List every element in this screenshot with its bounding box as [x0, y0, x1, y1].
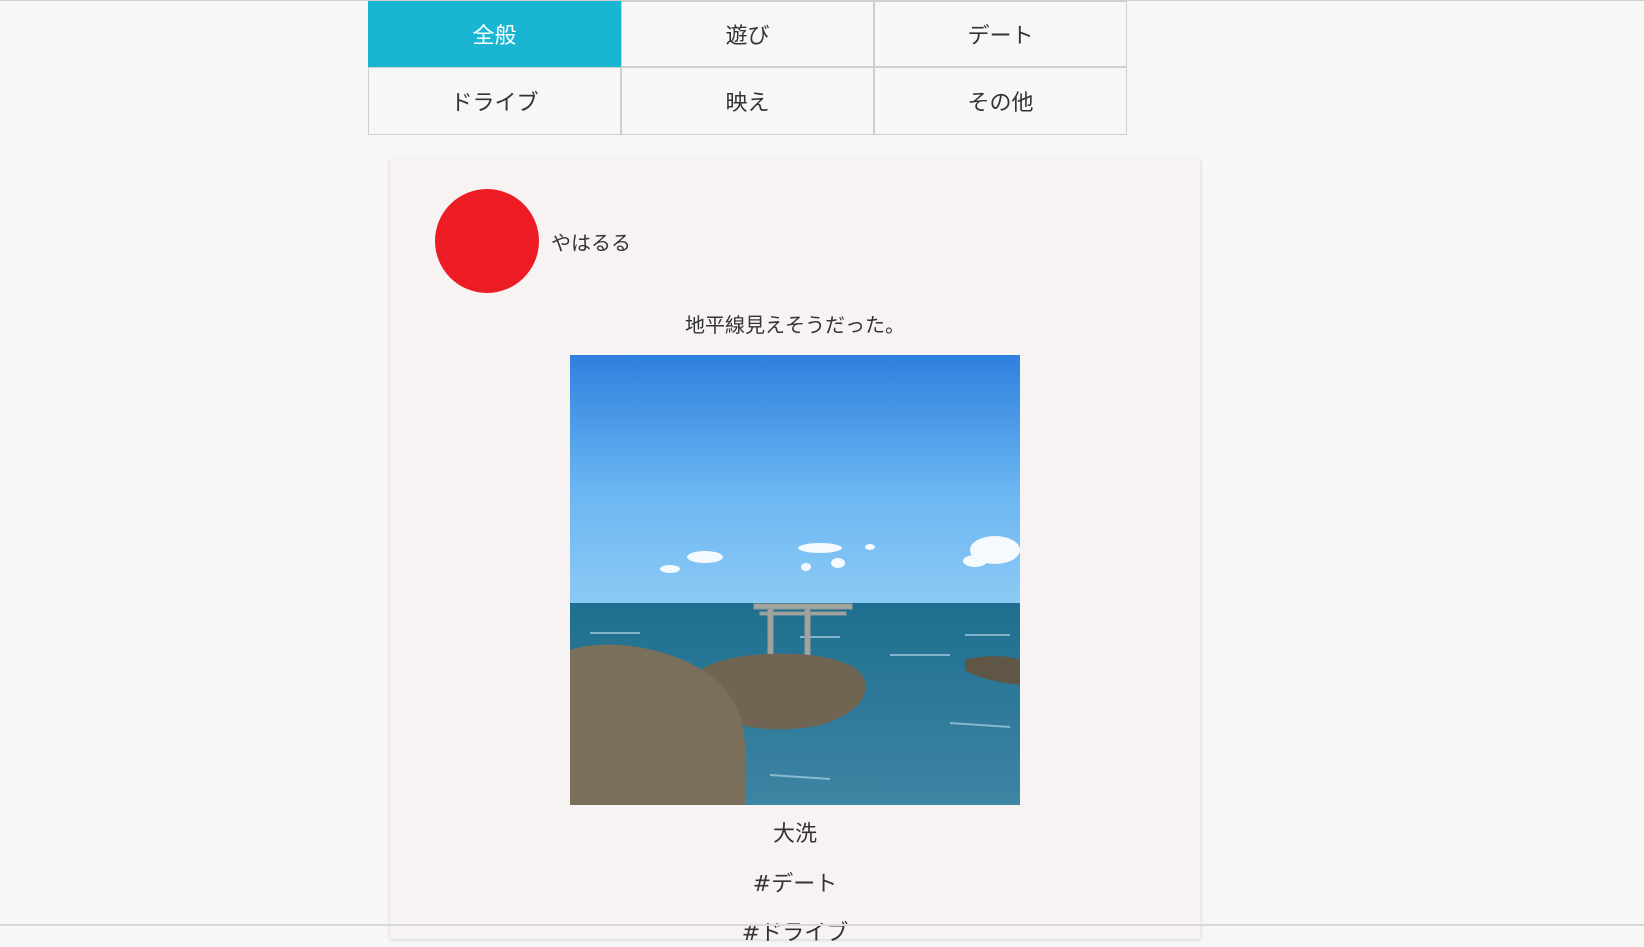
tab-photogenic[interactable]: 映え — [621, 67, 874, 135]
tab-row-2: ドライブ 映え その他 — [368, 67, 1128, 135]
post-tag-date[interactable]: #デート — [390, 866, 1200, 898]
seaside-torii-photo — [570, 355, 1020, 805]
post-photo[interactable] — [570, 355, 1020, 805]
post-location: 大洗 — [772, 822, 817, 847]
tab-date[interactable]: デート — [874, 1, 1127, 67]
author-name[interactable]: やはるる — [551, 227, 631, 256]
post-tag-drive[interactable]: #ドライブ — [390, 915, 1200, 947]
post-text: 地平線見えそうだった。 — [685, 313, 905, 337]
tab-drive[interactable]: ドライブ — [368, 67, 621, 135]
tab-general[interactable]: 全般 — [368, 1, 621, 67]
post-author[interactable]: やはるる — [435, 189, 631, 293]
tab-other[interactable]: その他 — [874, 67, 1127, 135]
avatar[interactable] — [435, 189, 539, 293]
post-card: やはるる 地平線見えそうだった。 大洗 #デート #ドライブ — [390, 159, 1200, 946]
tab-play[interactable]: 遊び — [621, 1, 874, 67]
category-tabs: 全般 遊び デート ドライブ 映え その他 — [368, 1, 1128, 135]
tab-row-1: 全般 遊び デート — [368, 1, 1128, 67]
